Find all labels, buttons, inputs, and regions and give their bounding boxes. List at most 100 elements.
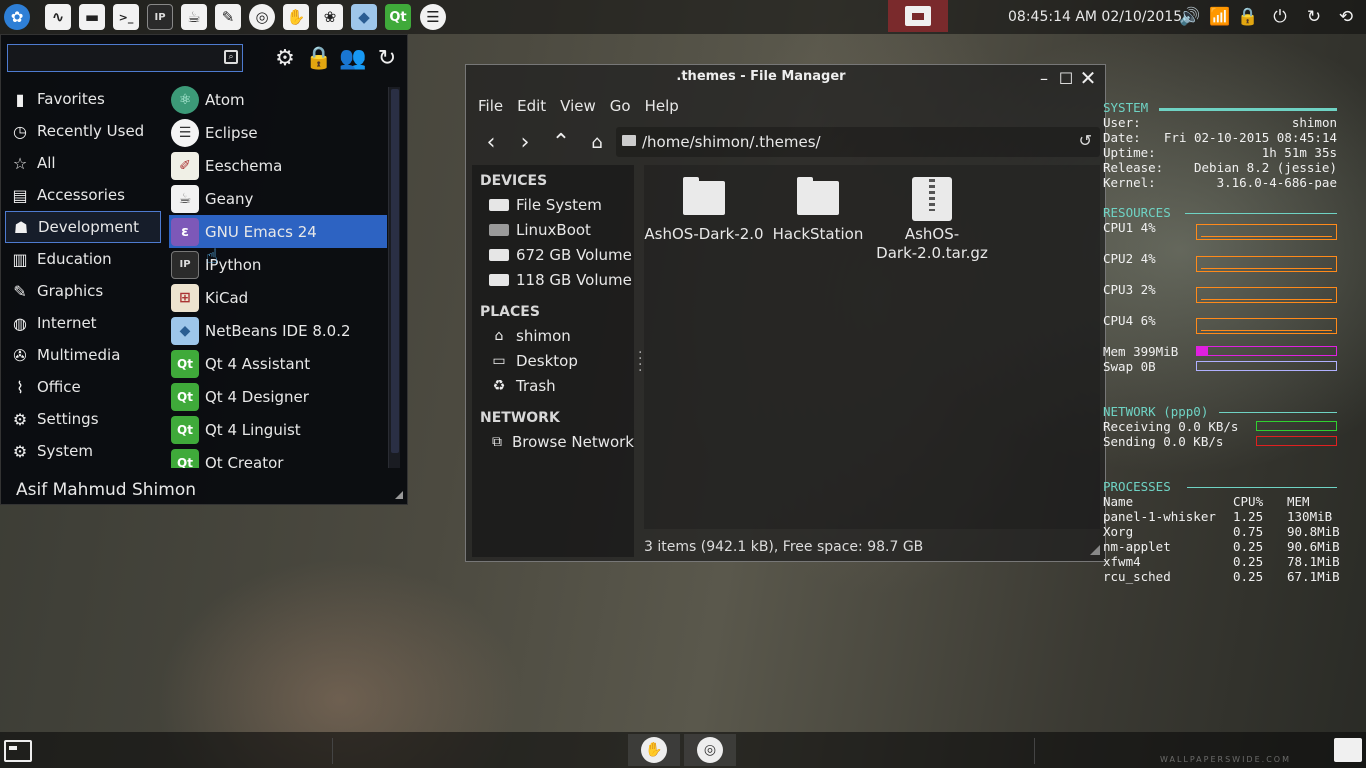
show-desktop-icon[interactable] [4,740,32,762]
home-icon[interactable]: ⌂ [584,128,610,156]
sidebar-item-shimon[interactable]: ⌂ shimon [472,323,634,348]
netbeans-icon: ◆ [171,316,199,345]
app-geany[interactable]: ☕ Geany [169,182,387,215]
maximize-icon[interactable]: ☐ [1056,68,1076,88]
app-list-scrollbar[interactable] [388,87,400,468]
sidebar-item-browse-network[interactable]: ⧉ Browse Network [472,429,634,454]
close-icon[interactable]: ✕ [1078,66,1098,90]
menu-file[interactable]: File [478,97,503,115]
volume-icon[interactable]: 🔊 [1178,6,1202,28]
category-favorites[interactable]: ▮ Favorites [5,83,161,115]
sidebar-item-trash[interactable]: ♻ Trash [472,373,634,398]
sidebar-item-file-system[interactable]: File System [472,192,634,217]
lock-icon[interactable]: 🔒 [305,45,332,71]
conky-header-network: NETWORK (ppp0) [1103,404,1209,419]
gimp-icon[interactable]: ✎ [213,3,243,31]
forward-icon[interactable]: › [512,128,538,156]
app-netbeans[interactable]: ◆ NetBeans IDE 8.0.2 [169,314,387,347]
network-icon: ⧉ [491,433,502,450]
app-eeschema[interactable]: ✐ Eeschema [169,149,387,182]
minimize-icon[interactable]: – [1034,68,1054,88]
geany-icon: ☕ [171,184,199,213]
pane-splitter[interactable]: · · · · [638,346,642,378]
conky-header-processes: PROCESSES [1103,479,1171,494]
app-qt-linguist[interactable]: Qt Qt 4 Linguist [169,413,387,446]
app-eclipse[interactable]: ☰ Eclipse [169,116,387,149]
refresh-icon[interactable]: ↻ [1302,6,1326,28]
ipython-icon[interactable]: IP [145,3,175,31]
clock[interactable]: 08:45:14 AM 02/10/2015 [1008,9,1182,25]
restart-icon[interactable]: ⟲ [1334,6,1358,28]
category-settings[interactable]: ⚙ Settings [5,403,161,435]
search-input[interactable]: ⌕ [7,44,243,72]
sidebar-item-desktop[interactable]: ▭ Desktop [472,348,634,373]
conky-uptime: Uptime: 1h 51m 35s [1103,145,1337,160]
panel-task-file-manager[interactable] [888,0,948,32]
reload-icon[interactable]: ↺ [1079,131,1092,150]
category-multimedia[interactable]: ✇ Multimedia [5,339,161,371]
menu-help[interactable]: Help [645,97,679,115]
category-all[interactable]: ☆ All [5,147,161,179]
archive-icon [912,177,952,221]
app-kicad[interactable]: ⊞ KiCad [169,281,387,314]
gnome-icon[interactable]: ✋ [281,3,311,31]
swap-bar [1196,361,1337,371]
category-development[interactable]: ☗ Development [5,211,161,243]
resize-grip[interactable] [1090,545,1100,555]
location-bar[interactable]: /home/shimon/.themes/ ↺ [616,127,1100,157]
system-monitor-icon[interactable]: ∿ [43,3,73,31]
chromium-task-icon[interactable]: ◎ [684,734,736,766]
menu-go[interactable]: Go [610,97,631,115]
window-titlebar[interactable]: .themes - File Manager – ☐ ✕ [466,65,1105,93]
home-icon: ⌂ [494,327,504,344]
sidebar-item-linuxboot[interactable]: LinuxBoot [472,217,634,242]
app-ipython[interactable]: IP IPython [169,248,387,281]
terminal-icon[interactable]: >_ [111,3,141,31]
sidebar-item-672gb-volume[interactable]: 672 GB Volume [472,242,634,267]
back-icon[interactable]: ‹ [478,128,504,156]
toolbar: ‹ › ⌃ ⌂ /home/shimon/.themes/ ↺ [466,125,1105,159]
gear-icon[interactable]: ⚙ [272,45,298,71]
file-item[interactable]: AshOS- Dark-2.0.tar.gz [872,177,992,263]
category-recently-used[interactable]: ◷ Recently Used [5,115,161,147]
app-qt-creator[interactable]: Qt Qt Creator [169,446,387,468]
file-item[interactable]: HackStation [758,177,878,244]
app-atom[interactable]: ⚛ Atom [169,83,387,116]
category-education[interactable]: ▥ Education [5,243,161,275]
menu-view[interactable]: View [560,97,596,115]
network-icon[interactable]: 📶 [1208,6,1232,28]
file-manager-icon[interactable]: ▬ [77,3,107,31]
sidebar-item-118gb-volume[interactable]: 118 GB Volume [472,267,634,292]
category-graphics[interactable]: ✎ Graphics [5,275,161,307]
receiving-graph [1256,421,1337,431]
app-gnu-emacs[interactable]: ɛ GNU Emacs 24 [169,215,387,248]
users-icon[interactable]: 👥 [339,45,366,71]
app-qt-designer[interactable]: Qt Qt 4 Designer [169,380,387,413]
resize-grip[interactable] [395,491,403,499]
logout-icon[interactable]: ↻ [374,45,400,71]
category-internet[interactable]: ◍ Internet [5,307,161,339]
whisker-menu-icon[interactable]: ✿ [2,3,32,31]
power-icon[interactable]: ⏻ [1268,6,1292,28]
chromium-icon[interactable]: ◎ [247,3,277,31]
gimp-task-icon[interactable]: ✋ [628,734,680,766]
qt-icon[interactable]: Qt [383,3,413,31]
sidebar-header-devices: DEVICES [480,173,548,189]
category-system[interactable]: ⚙ System [5,435,161,467]
eclipse-icon[interactable]: ☰ [418,3,448,31]
category-office[interactable]: ⌇ Office [5,371,161,403]
lock-icon[interactable]: 🔒 [1236,6,1260,28]
category-accessories[interactable]: ▤ Accessories [5,179,161,211]
up-icon[interactable]: ⌃ [548,128,574,156]
file-item[interactable]: AshOS-Dark-2.0 [644,177,764,244]
inkscape-icon[interactable]: ❀ [315,3,345,31]
drive-icon [489,248,509,261]
conky-release: Release: Debian 8.2 (jessie) [1103,160,1337,175]
netbeans-icon[interactable]: ◆ [349,3,379,31]
scrollbar-thumb[interactable] [391,89,399,453]
window-list-icon[interactable] [1334,738,1362,762]
app-list: ⚛ Atom ☰ Eclipse ✐ Eeschema ☕ Geany ɛ GNU Ema… [169,83,387,468]
geany-icon[interactable]: ☕ [179,3,209,31]
app-qt-assistant[interactable]: Qt Qt 4 Assistant [169,347,387,380]
menu-edit[interactable]: Edit [517,97,546,115]
